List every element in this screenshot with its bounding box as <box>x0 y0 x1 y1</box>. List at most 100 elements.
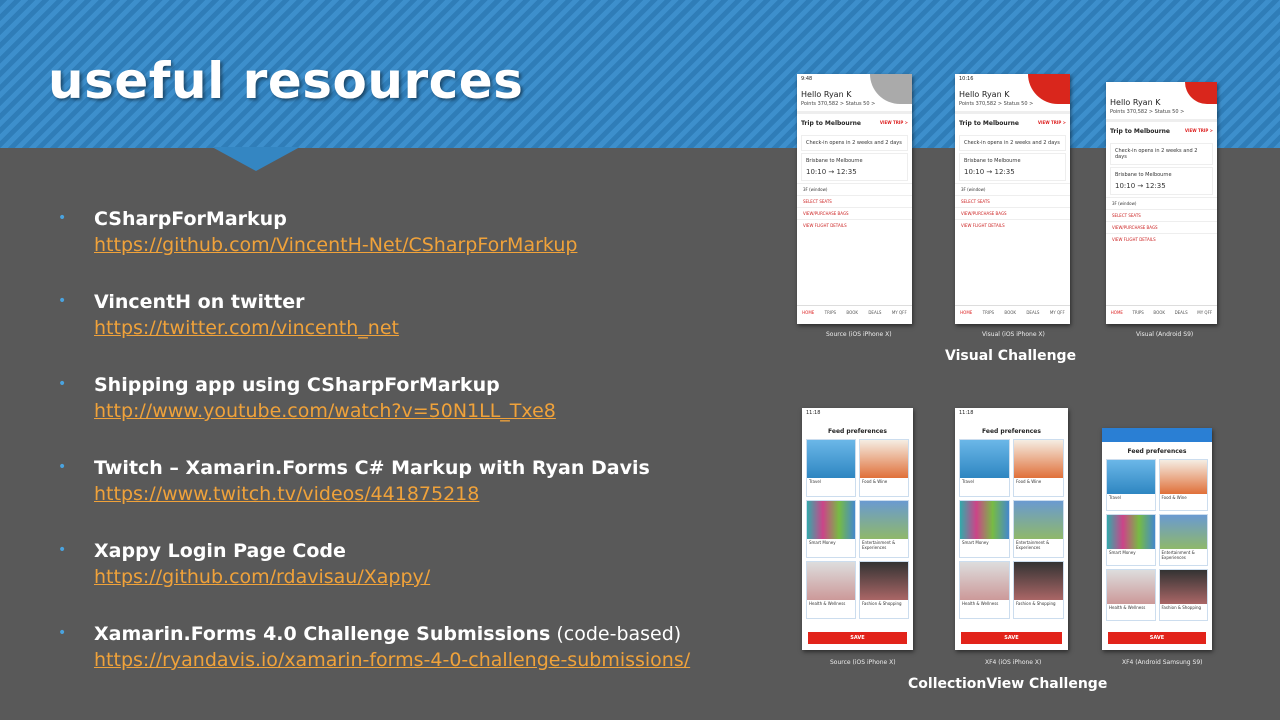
tile-fashion[interactable]: Fashion & Shopping <box>1158 569 1208 621</box>
tile-food[interactable]: Food & Wine <box>859 439 909 497</box>
visual-phone-2: 10:16 Hello Ryan K Points 370,582 > Stat… <box>955 74 1070 324</box>
caption: Visual (Android S9) <box>1136 331 1194 338</box>
item-title: CSharpForMarkup <box>94 208 287 230</box>
list-item: • VincentH on twitter https://twitter.co… <box>58 289 748 372</box>
item-link[interactable]: https://ryandavis.io/xamarin-forms-4-0-c… <box>94 647 748 673</box>
tile-entertainment[interactable]: Entertainment & Experiences <box>1013 500 1064 558</box>
status-time <box>1102 428 1212 442</box>
tile-money[interactable]: Smart Money <box>959 500 1010 558</box>
tab-bar: HOME TRIPS BOOK DEALS MY QFF <box>1106 305 1217 324</box>
collection-phone-1: 11:18 Feed preferences Travel Food & Win… <box>802 408 913 650</box>
tile-entertainment[interactable]: Entertainment & Experiences <box>859 500 909 558</box>
caption: Source (iOS iPhone X) <box>826 331 892 338</box>
feed-title: Feed preferences <box>1127 448 1187 455</box>
tile-money[interactable]: Smart Money <box>1106 514 1156 566</box>
tab-deals[interactable]: DEALS <box>868 306 881 324</box>
status-time: 11:18 <box>806 410 821 416</box>
tile-fashion[interactable]: Fashion & Shopping <box>859 561 909 619</box>
view-trip-link[interactable]: VIEW TRIP > <box>880 120 908 125</box>
save-button[interactable]: SAVE <box>961 632 1062 644</box>
tab-deals[interactable]: DEALS <box>1175 306 1188 324</box>
flight-details[interactable]: VIEW FLIGHT DETAILS <box>797 219 912 231</box>
slide-title: useful resources <box>48 52 524 110</box>
checkin-card: Check-in opens in 2 weeks and 2 days <box>801 135 908 151</box>
tile-food[interactable]: Food & Wine <box>1013 439 1064 497</box>
caption: Source (iOS iPhone X) <box>830 659 896 666</box>
caption: XF4 (iOS iPhone X) <box>985 659 1042 666</box>
tile-health[interactable]: Health & Wellness <box>806 561 856 619</box>
flight-card: Brisbane to Melbourne 10:10 → 12:35 <box>959 153 1066 181</box>
seat-row: 3F (window) <box>1106 197 1217 209</box>
checkin-card: Check-in opens in 2 weeks and 2 days <box>1110 143 1213 165</box>
resource-list: • CSharpForMarkup https://github.com/Vin… <box>58 206 748 704</box>
points-status: Points 370,582 > Status 50 > <box>1106 109 1217 122</box>
header-notch <box>212 147 300 171</box>
item-link[interactable]: https://www.twitch.tv/videos/441875218 <box>94 481 748 507</box>
item-title: VincentH on twitter <box>94 291 305 313</box>
tile-grid: Travel Food & Wine Smart Money Entertain… <box>802 439 913 619</box>
bullet-icon: • <box>58 542 67 558</box>
tab-trips[interactable]: TRIPS <box>1132 306 1143 324</box>
flight-card: Brisbane to Melbourne 10:10 → 12:35 <box>1110 167 1213 195</box>
trip-heading: Trip to Melbourne VIEW TRIP > <box>959 120 1066 127</box>
item-title: Shipping app using CSharpForMarkup <box>94 374 500 396</box>
tab-trips[interactable]: TRIPS <box>825 306 836 324</box>
purchase-bags[interactable]: VIEW/PURCHASE BAGS <box>1106 221 1217 233</box>
purchase-bags[interactable]: VIEW/PURCHASE BAGS <box>955 207 1070 219</box>
select-seats[interactable]: SELECT SEATS <box>1106 209 1217 221</box>
tab-home[interactable]: HOME <box>1111 306 1123 324</box>
list-item: • CSharpForMarkup https://github.com/Vin… <box>58 206 748 289</box>
feed-title: Feed preferences <box>982 428 1041 435</box>
tab-myqff[interactable]: MY QFF <box>1197 306 1212 324</box>
caption: XF4 (Android Samsung S9) <box>1122 659 1203 666</box>
list-item: • Xamarin.Forms 4.0 Challenge Submission… <box>58 621 748 704</box>
collectionview-challenge-label: CollectionView Challenge <box>908 676 1108 692</box>
bullet-icon: • <box>58 293 67 309</box>
select-seats[interactable]: SELECT SEATS <box>797 195 912 207</box>
tile-travel[interactable]: Travel <box>959 439 1010 497</box>
purchase-bags[interactable]: VIEW/PURCHASE BAGS <box>797 207 912 219</box>
bullet-icon: • <box>58 376 67 392</box>
tile-money[interactable]: Smart Money <box>806 500 856 558</box>
item-link[interactable]: https://github.com/VincentH-Net/CSharpFo… <box>94 232 748 258</box>
collection-phone-3: Feed preferences Travel Food & Wine Smar… <box>1102 428 1212 650</box>
tile-grid: Travel Food & Wine Smart Money Entertain… <box>1102 459 1212 621</box>
tab-myqff[interactable]: MY QFF <box>892 306 907 324</box>
view-trip-link[interactable]: VIEW TRIP > <box>1038 120 1066 125</box>
tile-travel[interactable]: Travel <box>806 439 856 497</box>
seat-row: 3F (window) <box>955 183 1070 195</box>
collection-phone-2: 11:18 Feed preferences Travel Food & Win… <box>955 408 1068 650</box>
tile-food[interactable]: Food & Wine <box>1158 459 1208 511</box>
tab-book[interactable]: BOOK <box>1004 306 1016 324</box>
seat-row: 3F (window) <box>797 183 912 195</box>
tab-trips[interactable]: TRIPS <box>983 306 994 324</box>
save-button[interactable]: SAVE <box>808 632 907 644</box>
item-link[interactable]: http://www.youtube.com/watch?v=50N1LL_Tx… <box>94 398 748 424</box>
flight-card: Brisbane to Melbourne 10:10 → 12:35 <box>801 153 908 181</box>
tile-travel[interactable]: Travel <box>1106 459 1156 511</box>
save-button[interactable]: SAVE <box>1108 632 1206 644</box>
item-title: Twitch – Xamarin.Forms C# Markup with Ry… <box>94 457 650 479</box>
view-trip-link[interactable]: VIEW TRIP > <box>1185 128 1213 133</box>
item-link[interactable]: https://github.com/rdavisau/Xappy/ <box>94 564 748 590</box>
flight-details[interactable]: VIEW FLIGHT DETAILS <box>955 219 1070 231</box>
visual-phone-3: Hello Ryan K Points 370,582 > Status 50 … <box>1106 82 1217 324</box>
select-seats[interactable]: SELECT SEATS <box>955 195 1070 207</box>
tile-health[interactable]: Health & Wellness <box>959 561 1010 619</box>
bullet-icon: • <box>58 625 67 641</box>
flight-details[interactable]: VIEW FLIGHT DETAILS <box>1106 233 1217 245</box>
tile-fashion[interactable]: Fashion & Shopping <box>1013 561 1064 619</box>
list-item: • Twitch – Xamarin.Forms C# Markup with … <box>58 455 748 538</box>
tile-entertainment[interactable]: Entertainment & Experiences <box>1158 514 1208 566</box>
tab-myqff[interactable]: MY QFF <box>1050 306 1065 324</box>
tile-grid: Travel Food & Wine Smart Money Entertain… <box>955 439 1068 619</box>
tab-home[interactable]: HOME <box>802 306 814 324</box>
tab-book[interactable]: BOOK <box>1153 306 1165 324</box>
tab-book[interactable]: BOOK <box>846 306 858 324</box>
visual-challenge-label: Visual Challenge <box>945 348 1077 364</box>
status-time: 11:18 <box>959 410 974 416</box>
tile-health[interactable]: Health & Wellness <box>1106 569 1156 621</box>
tab-deals[interactable]: DEALS <box>1026 306 1039 324</box>
item-link[interactable]: https://twitter.com/vincenth_net <box>94 315 748 341</box>
tab-home[interactable]: HOME <box>960 306 972 324</box>
